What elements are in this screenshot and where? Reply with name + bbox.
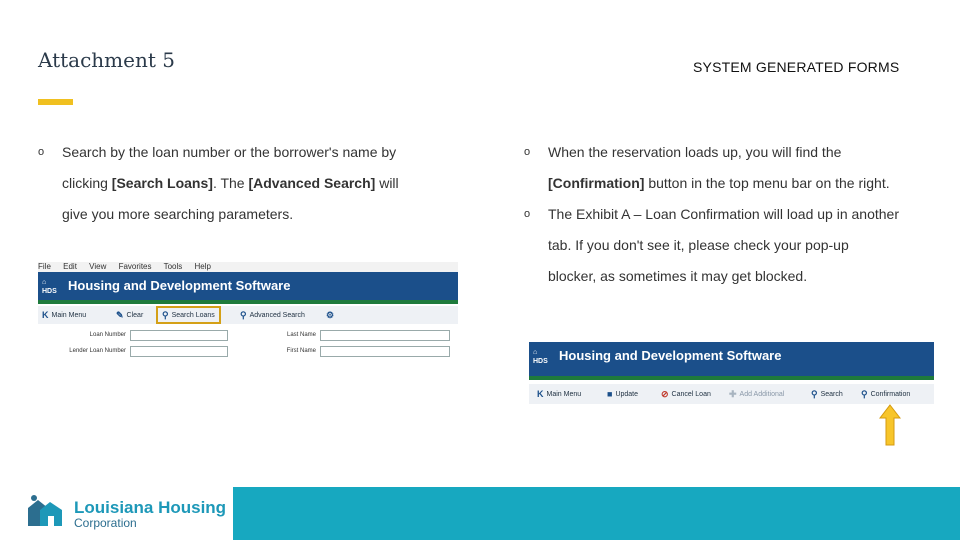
- text-fragment: clicking: [62, 175, 112, 191]
- add-additional-button[interactable]: ✚ Add Additional: [729, 384, 784, 404]
- title-accent-bar: [38, 99, 73, 105]
- search-icon: ⚲: [811, 388, 818, 399]
- update-button[interactable]: ■ Update: [607, 384, 638, 404]
- loan-number-label: Loan Number: [89, 332, 126, 338]
- clear-button[interactable]: ✎ Clear: [116, 306, 143, 324]
- clear-icon: ✎: [116, 309, 124, 320]
- options-button[interactable]: ⚙: [326, 306, 334, 324]
- bullet-marker: o: [524, 208, 531, 220]
- right-bullet-2-line-1: The Exhibit A – Loan Confirmation will l…: [548, 206, 899, 222]
- save-icon: ■: [607, 389, 613, 399]
- main-menu-icon: K: [537, 389, 544, 399]
- right-bullet-2-line-2: tab. If you don't see it, please check y…: [548, 237, 849, 253]
- hds-banner: ⌂ HDS Housing and Development Software: [529, 342, 934, 380]
- toolbar-label: Clear: [126, 311, 144, 319]
- toolbar-label: Advanced Search: [249, 311, 305, 319]
- toolbar-label: Cancel Loan: [671, 390, 711, 398]
- toolbar-label: Main Menu: [546, 390, 582, 398]
- hds-toolbar: K Main Menu ■ Update ⊘ Cancel Loan ✚ Add Add…: [529, 384, 934, 404]
- toolbar-label: Search Loans: [171, 311, 215, 319]
- loan-number-input[interactable]: [130, 330, 228, 341]
- lender-loan-number-input[interactable]: [130, 346, 228, 357]
- bullet-marker: o: [38, 146, 45, 158]
- last-name-label: Last Name: [286, 332, 316, 338]
- footer-bar: [233, 487, 960, 540]
- cancel-icon: ⊘: [661, 388, 669, 399]
- toolbar-label: Search: [820, 390, 843, 398]
- confirmation-ref: [Confirmation]: [548, 175, 645, 191]
- menu-view: View: [89, 262, 107, 271]
- hds-logo: ⌂ HDS: [533, 349, 548, 365]
- org-name-line-2: Corporation: [74, 516, 137, 530]
- left-bullet: o Search by the loan number or the borro…: [38, 137, 478, 232]
- main-menu-button[interactable]: K Main Menu: [537, 384, 581, 404]
- left-bullet-line-3: give you more searching parameters.: [62, 206, 294, 222]
- toolbar-label: Add Additional: [739, 390, 785, 398]
- section-heading: SYSTEM GENERATED FORMS: [693, 59, 900, 75]
- last-name-input[interactable]: [320, 330, 450, 341]
- banner-title: Housing and Development Software: [559, 348, 782, 363]
- first-name-label: First Name: [286, 348, 316, 354]
- right-bullet-1-line-1: When the reservation loads up, you will …: [548, 144, 842, 160]
- gear-icon: ⚙: [326, 309, 335, 320]
- arrow-up-icon: [879, 404, 901, 446]
- hds-search-screenshot: File Edit View Favorites Tools Help ⌂ HDS…: [38, 262, 458, 358]
- left-bullet-line-2: clicking [Search Loans]. The [Advanced S…: [62, 168, 399, 199]
- menu-favorites: Favorites: [118, 262, 152, 271]
- slide-title: Attachment 5: [38, 48, 175, 72]
- menu-edit: Edit: [63, 262, 77, 271]
- hds-logo-text: HDS: [42, 288, 57, 295]
- org-name-line-1: Louisiana Housing: [74, 498, 227, 517]
- right-bullet-2-text: The Exhibit A – Loan Confirmation will l…: [548, 199, 899, 292]
- advanced-search-button[interactable]: ⚲ Advanced Search: [240, 306, 305, 324]
- search-loans-ref: [Search Loans]: [111, 175, 213, 191]
- menu-help: Help: [194, 262, 211, 271]
- lender-loan-number-label: Lender Loan Number: [69, 348, 126, 354]
- cancel-loan-button[interactable]: ⊘ Cancel Loan: [661, 384, 711, 404]
- banner-title: Housing and Development Software: [68, 278, 291, 293]
- right-bullet-1-text: When the reservation loads up, you will …: [548, 137, 890, 199]
- add-icon: ✚: [729, 388, 737, 399]
- right-bullet-1: o When the reservation loads up, you wil…: [524, 137, 944, 199]
- bullet-marker: o: [524, 146, 531, 158]
- search-button[interactable]: ⚲ Search: [811, 384, 843, 404]
- search-icon: ⚲: [162, 309, 169, 320]
- left-bullet-text: Search by the loan number or the borrowe…: [62, 137, 399, 230]
- right-bullet-2-line-3: blocker, as sometimes it may get blocked…: [548, 268, 808, 284]
- right-bullet-2: o The Exhibit A – Loan Confirmation will…: [524, 199, 944, 294]
- toolbar-label: Main Menu: [51, 311, 87, 319]
- menu-tools: Tools: [163, 262, 183, 271]
- browser-menu-bar: File Edit View Favorites Tools Help: [38, 262, 458, 272]
- hds-reservation-screenshot: ⌂ HDS Housing and Development Software KM…: [529, 342, 934, 406]
- confirmation-button[interactable]: ⚲ Confirmation: [861, 384, 910, 404]
- lhc-house-logo-icon: [28, 495, 62, 526]
- first-name-input[interactable]: [320, 346, 450, 357]
- left-bullet-line-1: Search by the loan number or the borrowe…: [62, 144, 397, 160]
- search-loans-button[interactable]: ⚲ Search Loans: [156, 306, 221, 324]
- hds-banner: ⌂ HDS Housing and Development Software: [38, 272, 458, 304]
- text-fragment: button in the top menu bar on the right.: [644, 175, 890, 191]
- main-menu-button[interactable]: K Main Menu: [42, 306, 86, 324]
- text-fragment: will: [375, 175, 399, 191]
- hds-logo: ⌂ HDS: [42, 279, 57, 295]
- main-menu-icon: K: [42, 310, 49, 320]
- menu-file: File: [38, 262, 51, 271]
- confirmation-icon: ⚲: [861, 388, 868, 399]
- search-icon: ⚲: [240, 309, 247, 320]
- text-fragment: . The: [212, 175, 249, 191]
- toolbar-label: Update: [615, 390, 639, 398]
- hds-toolbar: K Main Menu ✎ Clear ⚲ Search Loans ⚲ Advance…: [38, 306, 458, 324]
- toolbar-label: Confirmation: [870, 390, 911, 398]
- advanced-search-ref: [Advanced Search]: [248, 175, 376, 191]
- hds-logo-text: HDS: [533, 358, 548, 365]
- right-bullet-1-line-2: [Confirmation] button in the top menu ba…: [548, 168, 890, 199]
